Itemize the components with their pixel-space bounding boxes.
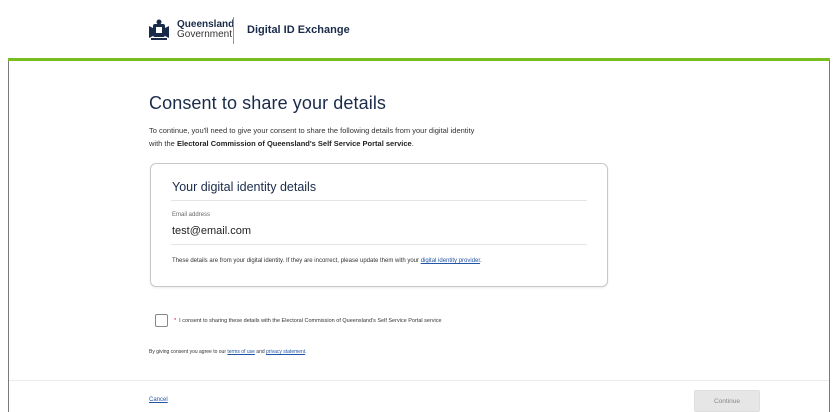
card-note-end: . [480, 258, 482, 264]
intro-text: To continue, you'll need to give your co… [149, 124, 489, 150]
header-accent-bar [8, 58, 830, 61]
coat-of-arms-icon [147, 18, 171, 42]
brand-line-2: Government [177, 29, 233, 40]
digital-identity-card: Your digital identity details Email addr… [150, 163, 608, 287]
email-value: test@email.com [172, 225, 252, 237]
page-title: Consent to share your details [149, 93, 387, 113]
card-note-text: These details are from your digital iden… [172, 258, 421, 264]
privacy-statement-link[interactable]: privacy statement [266, 349, 305, 355]
agreement-prefix: By giving consent you agree to our [149, 349, 228, 355]
app-title: Digital ID Exchange [247, 24, 350, 36]
footer-divider [9, 380, 829, 381]
consent-label-text: I consent to sharing these details with … [179, 318, 442, 324]
consent-checkbox[interactable] [155, 314, 168, 327]
card-note: These details are from your digital iden… [172, 258, 482, 264]
continue-button[interactable]: Continue [694, 390, 760, 412]
government-brand: Queensland Government [177, 20, 234, 40]
card-divider [171, 200, 587, 201]
intro-text-end: . [411, 139, 414, 148]
agreement-suffix: . [305, 349, 307, 355]
consent-label[interactable]: * I consent to sharing these details with… [174, 318, 442, 324]
site-header [8, 0, 830, 58]
cancel-link[interactable]: Cancel [149, 397, 168, 403]
digital-identity-provider-link[interactable]: digital identity provider [421, 258, 480, 264]
card-title: Your digital identity details [172, 180, 317, 194]
email-label: Email address [172, 212, 211, 218]
header-divider [233, 17, 234, 44]
card-divider [171, 244, 587, 245]
required-marker: * [174, 318, 177, 324]
intro-service-name: Electoral Commission of Queensland's Sel… [176, 139, 412, 148]
agreement-text: By giving consent you agree to our terms… [149, 349, 307, 355]
terms-of-use-link[interactable]: terms of use [227, 349, 255, 355]
agreement-and: and [254, 349, 267, 355]
